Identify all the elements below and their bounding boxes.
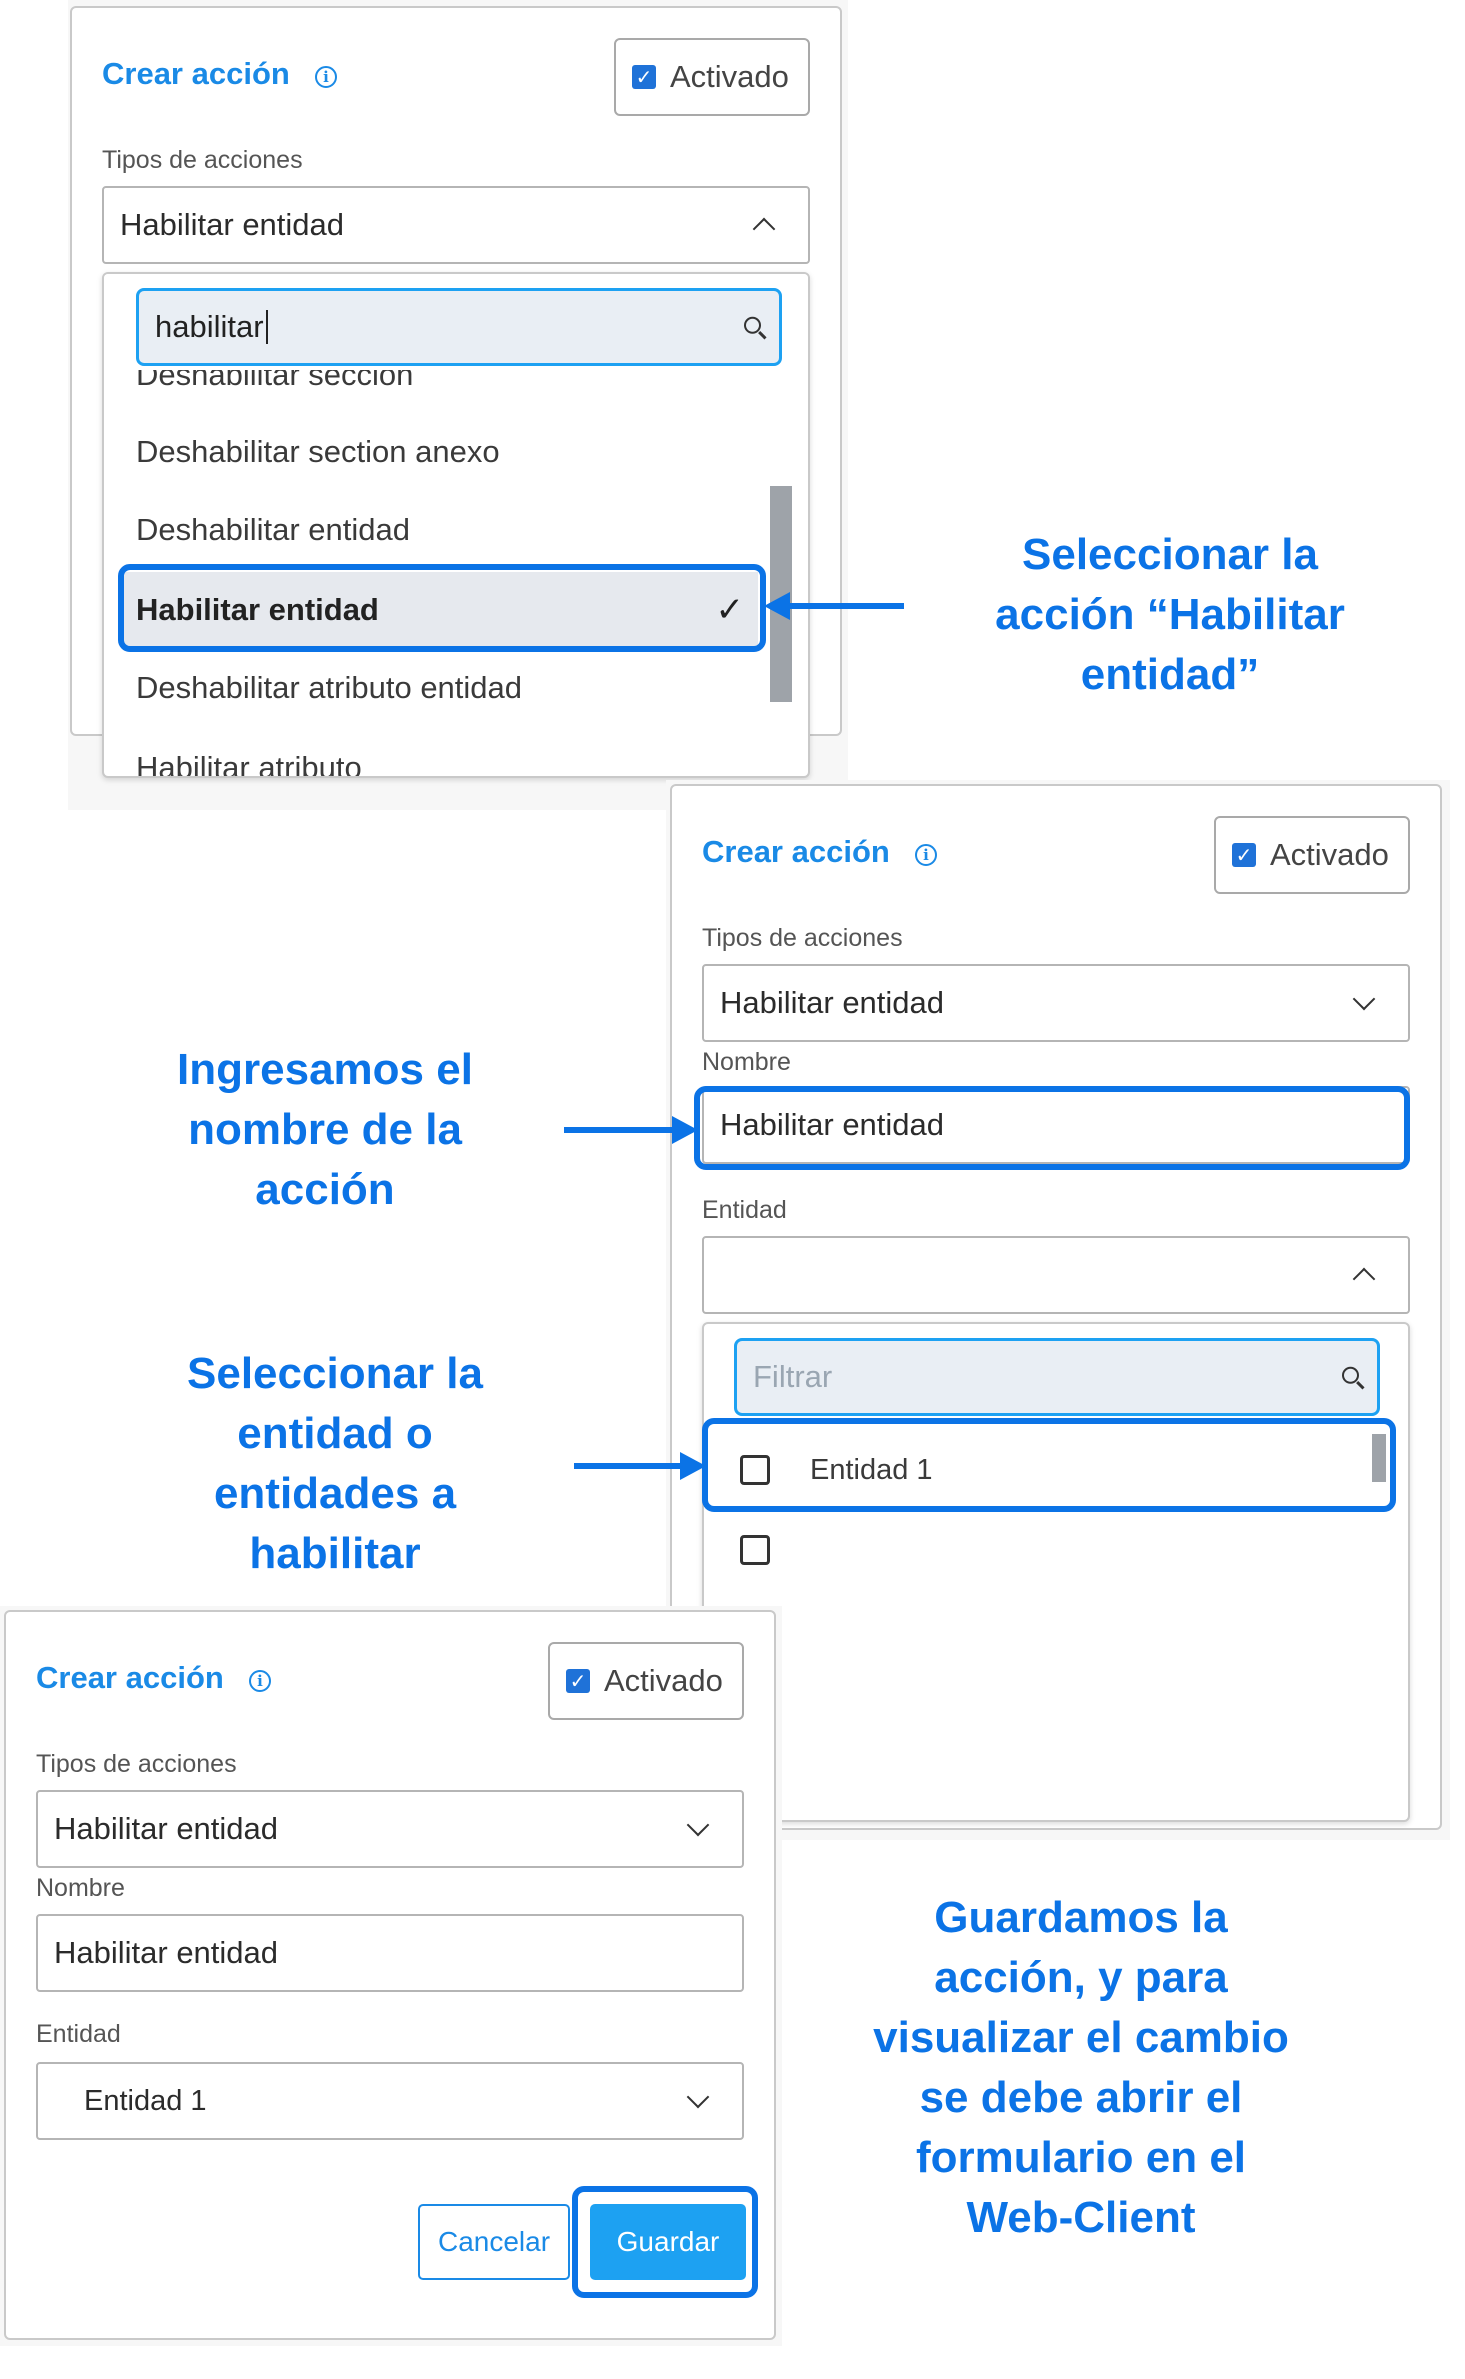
callout-select-entity: Seleccionar la entidad o entidades a hab… xyxy=(187,1349,483,1578)
action-type-value: Habilitar entidad xyxy=(120,207,345,242)
arrow-head xyxy=(672,1116,698,1144)
action-type-select[interactable]: Habilitar entidad xyxy=(36,1790,744,1868)
cancel-button[interactable]: Cancelar xyxy=(418,2204,570,2280)
action-type-value: Habilitar entidad xyxy=(54,1811,279,1846)
highlight-name-input xyxy=(694,1086,1410,1170)
chevron-down-icon xyxy=(1352,987,1376,1011)
entity-select[interactable] xyxy=(702,1236,1410,1314)
checkbox-checked-icon[interactable]: ✓ xyxy=(566,1669,590,1693)
action-type-select[interactable]: Habilitar entidad xyxy=(702,964,1410,1042)
activated-toggle[interactable]: ✓ Activado xyxy=(1214,816,1410,894)
highlight-save-button xyxy=(572,2186,758,2298)
search-icon xyxy=(744,316,761,334)
search-value: habilitar xyxy=(155,309,264,344)
action-types-label: Tipos de acciones xyxy=(36,1750,237,1778)
checkbox-checked-icon[interactable]: ✓ xyxy=(1232,843,1256,867)
activated-toggle[interactable]: ✓ Activado xyxy=(548,1642,744,1720)
name-value: Habilitar entidad xyxy=(54,1935,279,1970)
callout-enter-name: Ingresamos el nombre de la acción xyxy=(177,1045,473,1214)
action-types-label: Tipos de acciones xyxy=(102,146,303,174)
action-type-select[interactable]: Habilitar entidad xyxy=(102,186,810,264)
arrow-select-entity xyxy=(574,1463,682,1469)
chevron-up-icon xyxy=(752,217,776,241)
filter-placeholder: Filtrar xyxy=(753,1359,833,1394)
entity-value: Entidad 1 xyxy=(84,2084,207,2117)
option-item[interactable]: Deshabilitar entidad xyxy=(104,492,764,568)
entity-label: Entidad xyxy=(702,1196,787,1224)
chevron-down-icon xyxy=(686,1813,710,1837)
option-item[interactable]: Deshabilitar section anexo xyxy=(104,414,764,490)
activated-label: Activado xyxy=(604,1663,723,1698)
chevron-down-icon xyxy=(686,2085,710,2109)
entity-option[interactable] xyxy=(704,1514,1364,1586)
filter-input[interactable]: Filtrar xyxy=(734,1338,1380,1416)
option-item[interactable]: Deshabilitar atributo entidad xyxy=(104,650,764,726)
text-cursor xyxy=(265,310,268,344)
chevron-up-icon xyxy=(1352,1267,1376,1291)
arrow-head xyxy=(764,592,790,620)
page-title: Crear acción xyxy=(102,56,290,91)
info-icon[interactable]: i xyxy=(915,844,937,866)
highlight-selected-action xyxy=(118,564,766,652)
callout-select-action: Seleccionar la acción “Habilitar entidad… xyxy=(995,530,1345,699)
entity-dropdown: Filtrar Entidad 1 xyxy=(702,1322,1410,1822)
arrow-head xyxy=(680,1452,706,1480)
name-input[interactable]: Habilitar entidad xyxy=(36,1914,744,1992)
callout-save: Guardamos la acción, y para visualizar e… xyxy=(873,1893,1289,2242)
checkbox-checked-icon[interactable]: ✓ xyxy=(632,65,656,89)
arrow-select-action xyxy=(786,603,904,609)
page-title: Crear acción xyxy=(702,834,890,869)
name-label: Nombre xyxy=(702,1048,791,1076)
info-icon[interactable]: i xyxy=(315,66,337,88)
entity-label: Entidad xyxy=(36,2020,121,2048)
info-icon[interactable]: i xyxy=(249,1670,271,1692)
search-icon xyxy=(1342,1366,1359,1384)
arrow-enter-name xyxy=(564,1127,682,1133)
activated-toggle[interactable]: ✓ Activado xyxy=(614,38,810,116)
entity-select[interactable]: Entidad 1 xyxy=(36,2062,744,2140)
activated-label: Activado xyxy=(1270,837,1389,872)
action-types-label: Tipos de acciones xyxy=(702,924,903,952)
action-type-dropdown: Deshabilitar sección Deshabilitar sectio… xyxy=(102,272,810,778)
activated-label: Activado xyxy=(670,59,789,94)
checkbox-icon[interactable] xyxy=(740,1535,770,1565)
highlight-entity-option xyxy=(702,1418,1396,1512)
name-label: Nombre xyxy=(36,1874,125,1902)
search-input[interactable]: habilitar xyxy=(136,288,782,366)
action-type-value: Habilitar entidad xyxy=(720,985,945,1020)
page-title: Crear acción xyxy=(36,1660,224,1695)
option-item[interactable]: Habilitar atributo xyxy=(104,730,764,776)
